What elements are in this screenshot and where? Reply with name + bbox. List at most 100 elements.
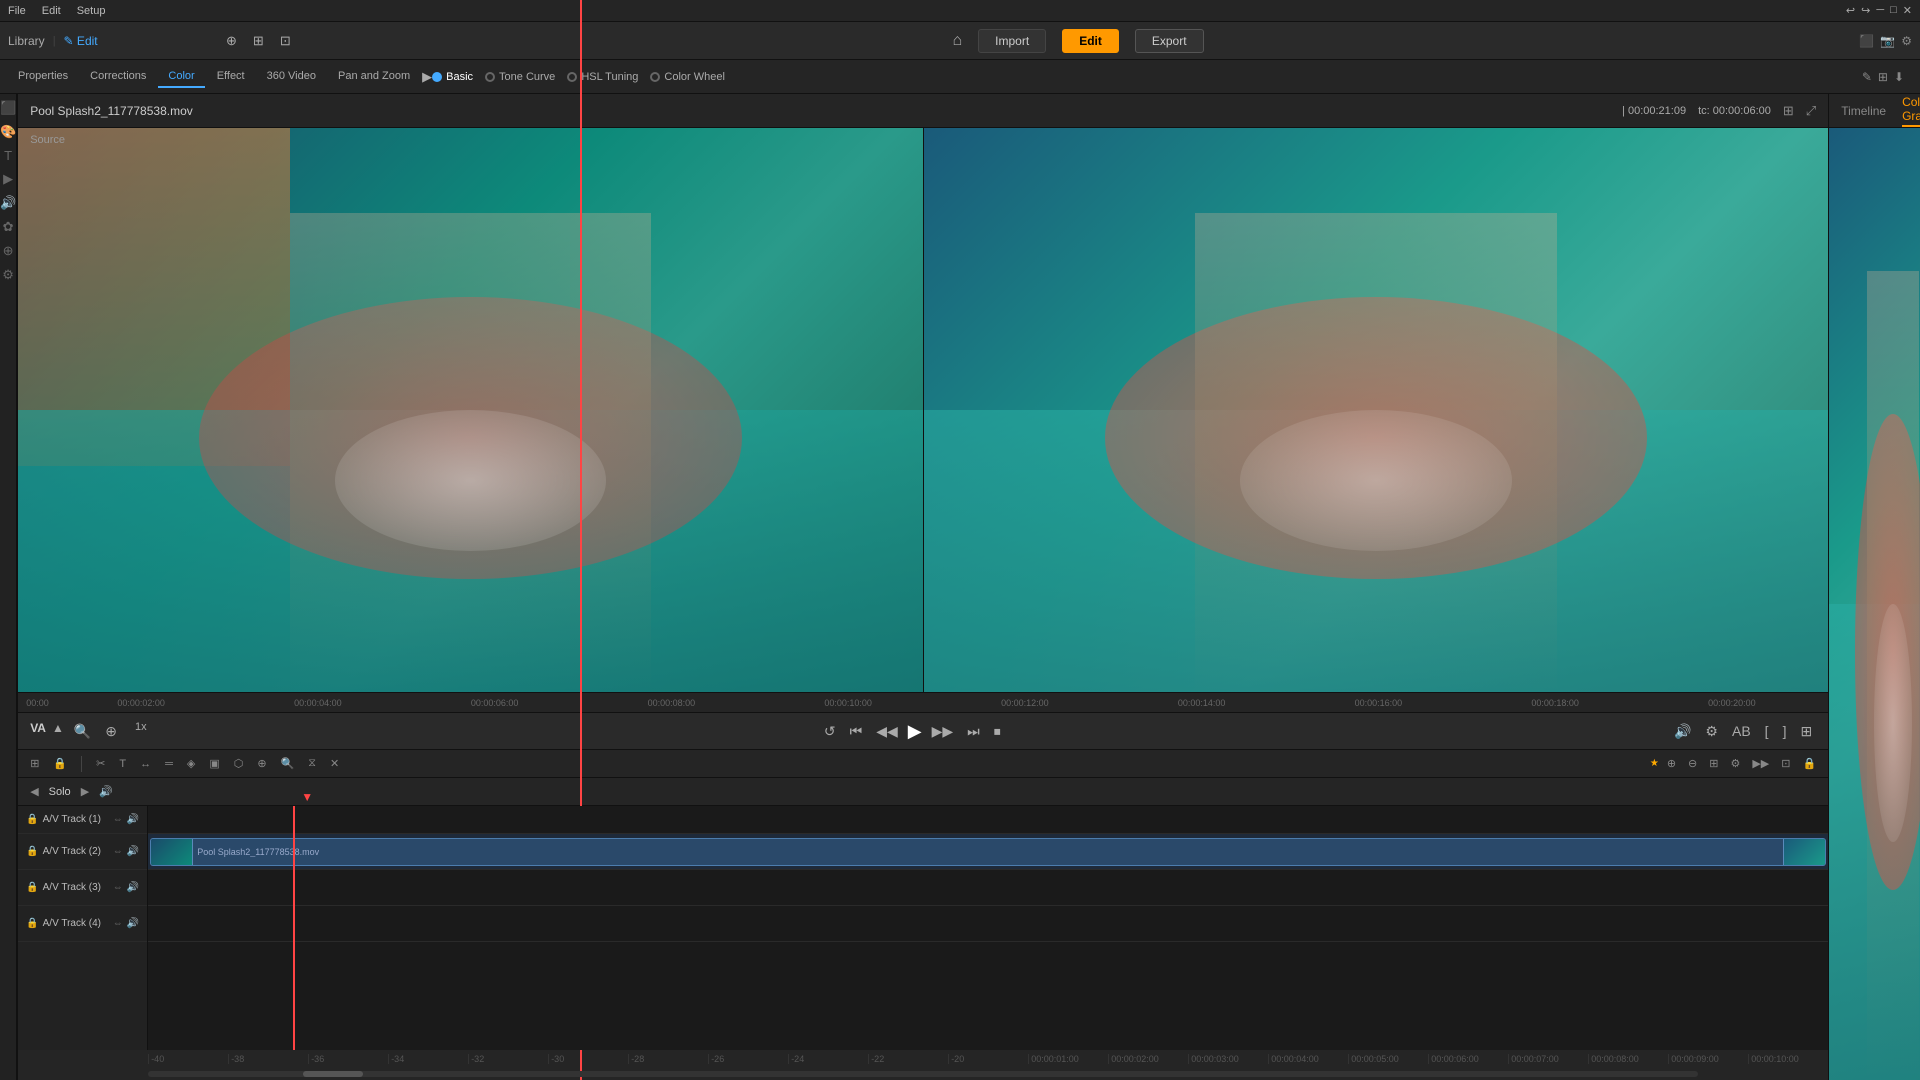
fullscreen-icon[interactable]: ⤢ (1806, 103, 1816, 119)
track-4-audio-icon[interactable]: 🔊 (127, 918, 139, 929)
tl-more[interactable]: ▶▶ (1748, 755, 1773, 772)
solo-prev-btn[interactable]: ◀ (26, 783, 42, 800)
edit-button[interactable]: Edit (1062, 29, 1119, 53)
timeline-scrollbar[interactable] (18, 1068, 1828, 1080)
tl-tool-3[interactable]: ✂ (92, 755, 109, 772)
zoom-in-btn[interactable]: ⊕ (101, 721, 121, 742)
toolbar-right-2[interactable]: 📷 (1880, 34, 1895, 48)
sub-tab-hsl-tuning[interactable]: HSL Tuning (567, 71, 638, 83)
loop-button[interactable]: ↺ (820, 721, 840, 742)
tl-tool-delete[interactable]: ✕ (326, 755, 343, 772)
tl-tool-8[interactable]: ▣ (205, 755, 223, 772)
tab-color[interactable]: Color (158, 66, 204, 88)
mark-in-btn[interactable]: [ (1761, 721, 1773, 742)
tone-curve-radio[interactable] (485, 72, 495, 82)
track-2-link-icon[interactable]: ⇔ (113, 846, 123, 857)
expand-icon[interactable]: ⊞ (1783, 103, 1794, 119)
solo-next-btn[interactable]: ▶ (77, 783, 93, 800)
tl-tool-1[interactable]: ⊞ (26, 755, 43, 772)
maximize-icon[interactable]: □ (1890, 4, 1897, 17)
sub-tab-color-wheel[interactable]: Color Wheel (650, 71, 725, 83)
tab-pan-zoom[interactable]: Pan and Zoom (328, 66, 420, 88)
mark-out-btn[interactable]: ] (1779, 721, 1791, 742)
import-button[interactable]: Import (978, 29, 1046, 53)
tl-tool-magnet[interactable]: ⧖ (304, 755, 320, 772)
step-forward-button[interactable]: ▶▶ (928, 721, 958, 742)
menu-file[interactable]: File (8, 5, 26, 17)
tl-tool-2[interactable]: 🔒 (49, 755, 71, 772)
home-icon[interactable]: ⌂ (953, 32, 963, 50)
track-1-lock-icon[interactable]: 🔒 (26, 814, 38, 825)
solo-speaker-icon[interactable]: 🔊 (99, 785, 113, 798)
toolbar-icon-2[interactable]: ⊞ (247, 29, 270, 53)
tl-zoom-in[interactable]: ⊕ (1663, 755, 1680, 772)
tl-fit[interactable]: ⊞ (1705, 755, 1722, 772)
track-4-link-icon[interactable]: ⇔ (113, 918, 123, 929)
prev-clip-button[interactable]: ⏮ (846, 721, 867, 742)
side-icon-8[interactable]: ⚙ (2, 267, 14, 283)
tl-settings[interactable]: ⚙ (1726, 755, 1744, 772)
zoom-out-btn[interactable]: 🔍 (70, 721, 95, 742)
track-3-audio-icon[interactable]: 🔊 (127, 882, 139, 893)
side-icon-3[interactable]: T (4, 148, 12, 163)
toolbar-icon-3[interactable]: ⊡ (274, 29, 297, 53)
sub-tab-tone-curve[interactable]: Tone Curve (485, 71, 555, 83)
rp-tab-color-grading[interactable]: Color Grading (1902, 95, 1920, 127)
menu-setup[interactable]: Setup (77, 5, 106, 17)
side-icon-2[interactable]: 🎨 (0, 124, 16, 140)
scroll-track[interactable] (148, 1071, 1698, 1077)
tl-tool-10[interactable]: ⊕ (253, 755, 270, 772)
tl-tool-9[interactable]: ⬡ (230, 755, 248, 772)
side-icon-1[interactable]: ⬛ (0, 100, 16, 116)
toolbar-right-1[interactable]: ⬛ (1859, 34, 1874, 48)
close-icon[interactable]: ✕ (1903, 4, 1912, 17)
main-clip[interactable]: Pool Splash2_117778538.mov (150, 838, 1826, 866)
redo-icon[interactable]: ↪ (1861, 4, 1870, 17)
minimize-icon[interactable]: ─ (1876, 4, 1884, 17)
track-2-lock-icon[interactable]: 🔒 (26, 846, 38, 857)
tab-properties[interactable]: Properties (8, 66, 78, 88)
color-wheel-radio[interactable] (650, 72, 660, 82)
rp-tab-timeline[interactable]: Timeline (1841, 104, 1886, 118)
undo-icon[interactable]: ↩ (1846, 4, 1855, 17)
tl-tool-5[interactable]: ↔ (136, 756, 155, 772)
more-tabs-button[interactable]: ▶ (422, 66, 432, 88)
tl-tool-7[interactable]: ◈ (183, 755, 199, 772)
side-icon-7[interactable]: ⊕ (3, 243, 14, 259)
step-back-button[interactable]: ◀◀ (872, 721, 902, 742)
side-icon-6[interactable]: ✿ (3, 219, 14, 235)
library-tab[interactable]: Library (8, 34, 45, 48)
download-icon[interactable]: ⬇ (1894, 70, 1904, 84)
edit-tab[interactable]: ✎ Edit (64, 34, 98, 48)
volume-btn[interactable]: 🔊 (1670, 721, 1695, 742)
side-icon-4[interactable]: ▶ (3, 171, 13, 187)
tl-grid[interactable]: ⊡ (1777, 755, 1794, 772)
basic-radio[interactable] (432, 72, 442, 82)
tl-tool-11[interactable]: 🔍 (277, 755, 299, 772)
track-1-link-icon[interactable]: ⇔ (113, 814, 123, 825)
scroll-thumb[interactable] (303, 1071, 363, 1077)
track-1-audio-icon[interactable]: 🔊 (127, 814, 139, 825)
play-button[interactable]: ▶ (908, 721, 922, 742)
tl-zoom-out[interactable]: ⊖ (1684, 755, 1701, 772)
tl-tool-6[interactable]: ═ (161, 756, 177, 772)
track-3-link-icon[interactable]: ⇔ (113, 882, 123, 893)
tl-tool-4[interactable]: T (115, 756, 130, 772)
toolbar-right-3[interactable]: ⚙ (1901, 34, 1912, 48)
track-4-lock-icon[interactable]: 🔒 (26, 918, 38, 929)
edit-pencil-icon2[interactable]: ✎ (1862, 70, 1872, 84)
hsl-radio[interactable] (567, 72, 577, 82)
stop-button[interactable]: ⏹ (990, 721, 1005, 742)
toolbar-icon-1[interactable]: ⊕ (220, 29, 243, 53)
track-3-lock-icon[interactable]: 🔒 (26, 882, 38, 893)
tab-corrections[interactable]: Corrections (80, 66, 156, 88)
settings-btn[interactable]: ⚙ (1701, 721, 1722, 742)
next-clip-button[interactable]: ⏭ (963, 721, 984, 742)
more-play-btn[interactable]: ⊞ (1796, 721, 1816, 742)
tab-effects[interactable]: Effect (207, 66, 255, 88)
tab-360-video[interactable]: 360 Video (257, 66, 326, 88)
track-2-audio-icon[interactable]: 🔊 (127, 846, 139, 857)
tl-lock[interactable]: 🔒 (1798, 755, 1820, 772)
menu-edit[interactable]: Edit (42, 5, 61, 17)
ab-loop-btn[interactable]: AB (1728, 721, 1755, 742)
